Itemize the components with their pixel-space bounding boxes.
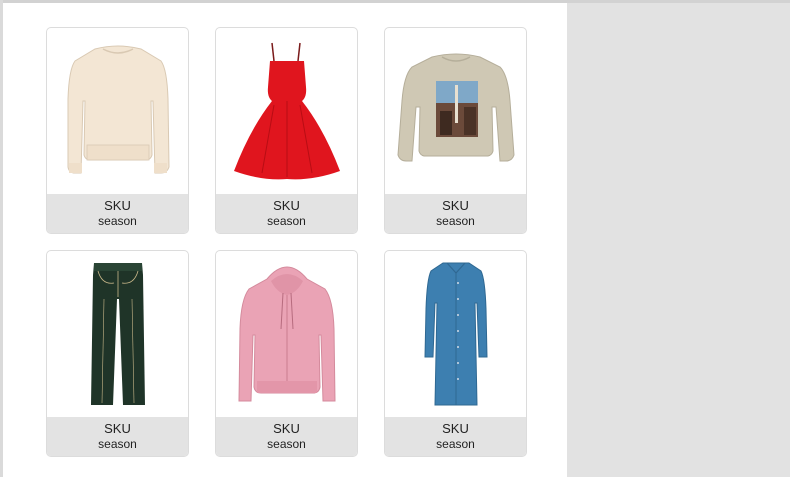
product-caption: SKU season	[216, 194, 357, 233]
sku-label: SKU	[104, 198, 131, 213]
red-dress-icon	[233, 42, 340, 179]
season-label: season	[98, 437, 137, 451]
product-card[interactable]: SKU season	[215, 27, 358, 234]
blue-denim-dress-icon	[423, 262, 488, 406]
product-caption: SKU season	[47, 194, 188, 233]
cream-sweatshirt-icon	[67, 45, 170, 173]
sku-label: SKU	[273, 198, 300, 213]
product-image	[385, 251, 526, 417]
sku-label: SKU	[442, 421, 469, 436]
product-grid: SKU season SKU season SKU season SKU sea…	[46, 27, 527, 457]
product-image	[216, 251, 357, 417]
product-image	[47, 28, 188, 194]
product-card[interactable]: SKU season	[46, 250, 189, 457]
product-card[interactable]: SKU season	[384, 250, 527, 457]
product-image	[385, 28, 526, 194]
dark-green-jeans-icon	[90, 263, 145, 405]
sku-label: SKU	[442, 198, 469, 213]
product-card[interactable]: SKU season	[384, 27, 527, 234]
season-label: season	[267, 214, 306, 228]
beige-graphic-sweatshirt-icon	[396, 53, 515, 162]
pink-hoodie-icon	[237, 266, 336, 402]
product-card[interactable]: SKU season	[46, 27, 189, 234]
product-caption: SKU season	[47, 417, 188, 456]
season-label: season	[436, 214, 475, 228]
product-caption: SKU season	[385, 417, 526, 456]
product-panel: SKU season SKU season SKU season SKU sea…	[3, 3, 567, 477]
sku-label: SKU	[273, 421, 300, 436]
season-label: season	[267, 437, 306, 451]
product-image	[216, 28, 357, 194]
product-card[interactable]: SKU season	[215, 250, 358, 457]
season-label: season	[436, 437, 475, 451]
product-image	[47, 251, 188, 417]
season-label: season	[98, 214, 137, 228]
product-caption: SKU season	[216, 417, 357, 456]
product-caption: SKU season	[385, 194, 526, 233]
sku-label: SKU	[104, 421, 131, 436]
